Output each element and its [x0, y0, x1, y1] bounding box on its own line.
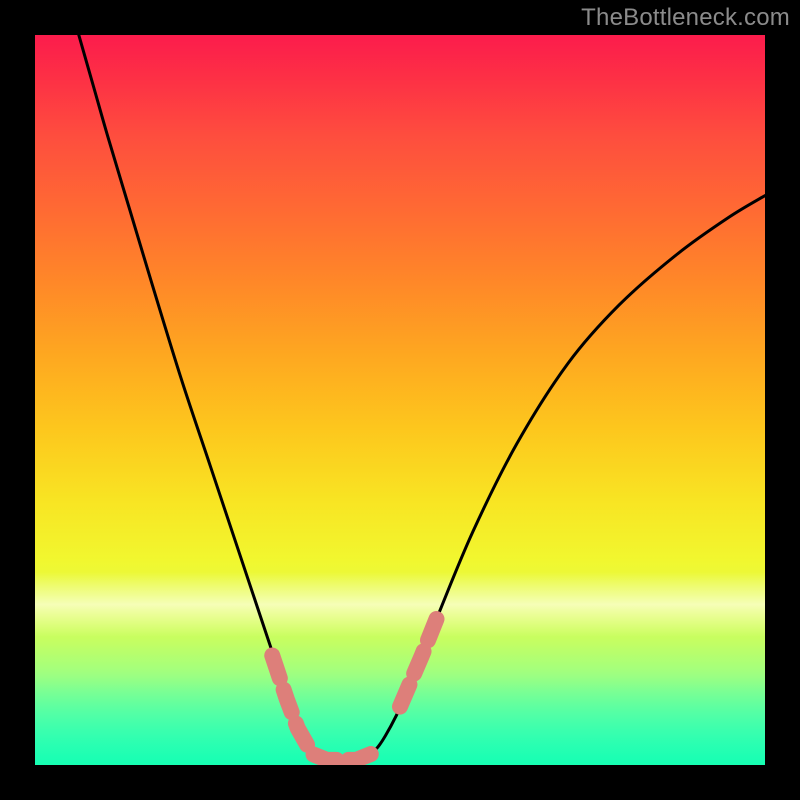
highlight-segments-left [272, 656, 371, 760]
highlight-segments-right [400, 619, 437, 707]
plot-svg [35, 35, 765, 765]
chart-frame: TheBottleneck.com [0, 0, 800, 800]
plot-area [35, 35, 765, 765]
watermark-text: TheBottleneck.com [581, 4, 790, 32]
